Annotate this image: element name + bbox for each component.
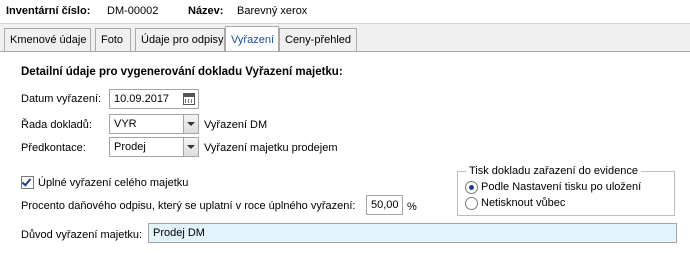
section-title: Detailní údaje pro vygenerování dokladu … [21, 66, 343, 78]
series-description: Vyřazení DM [204, 119, 268, 131]
reason-input[interactable]: Prodej DM [148, 223, 677, 243]
name-value: Barevný xerox [237, 5, 308, 17]
radio-print-by-settings[interactable] [465, 181, 478, 194]
header-bar: Inventární číslo: DM-00002 Název: Barevn… [0, 0, 690, 24]
precontation-dropdown-icon[interactable] [183, 138, 198, 156]
series-dropdown-icon[interactable] [183, 115, 198, 133]
precontation-select[interactable]: Prodej [109, 137, 199, 157]
percent-unit: % [407, 201, 417, 213]
series-select[interactable]: VYR [109, 114, 199, 134]
series-value: VYR [114, 118, 137, 130]
radio-no-print[interactable] [465, 197, 478, 210]
print-options-group [457, 171, 675, 216]
radio-no-print-label[interactable]: Netisknout vůbec [481, 197, 565, 209]
percent-label: Procento daňového odpisu, který se uplat… [21, 200, 356, 212]
full-disposal-label[interactable]: Úplné vyřazení celého majetku [38, 177, 188, 189]
full-disposal-checkbox[interactable] [21, 176, 34, 189]
disposal-panel: Detailní údaje pro vygenerování dokladu … [0, 52, 690, 253]
date-field[interactable]: 10.09.2017 [109, 89, 199, 109]
radio-print-by-settings-label[interactable]: Podle Nastavení tisku po uložení [481, 181, 641, 193]
precontation-label: Předkontace: [21, 142, 86, 154]
tab-vyrazeni[interactable]: Vyřazení [225, 26, 279, 51]
reason-label: Důvod vyřazení majetku: [21, 229, 143, 241]
precontation-description: Vyřazení majetku prodejem [204, 142, 338, 154]
tab-foto[interactable]: Foto [95, 28, 131, 51]
checkmark-icon [21, 176, 32, 187]
percent-input[interactable]: 50,00 [366, 195, 403, 215]
series-label: Řada dokladů: [21, 119, 92, 131]
name-label: Název: [188, 5, 224, 17]
calendar-icon[interactable] [183, 93, 195, 105]
tab-kmenove-udaje[interactable]: Kmenové údaje [4, 28, 91, 51]
date-label: Datum vyřazení: [21, 93, 102, 105]
date-value: 10.09.2017 [114, 93, 170, 105]
print-group-title: Tisk dokladu zařazení do evidence [466, 165, 641, 177]
radio-selected-dot [469, 185, 474, 190]
inventory-number-label: Inventární číslo: [6, 5, 91, 17]
precontation-value: Prodej [114, 141, 146, 153]
inventory-number-value: DM-00002 [107, 5, 159, 17]
tab-ceny-prehled[interactable]: Ceny-přehled [279, 28, 357, 51]
tab-udaje-pro-odpisy[interactable]: Údaje pro odpisy [135, 28, 225, 51]
